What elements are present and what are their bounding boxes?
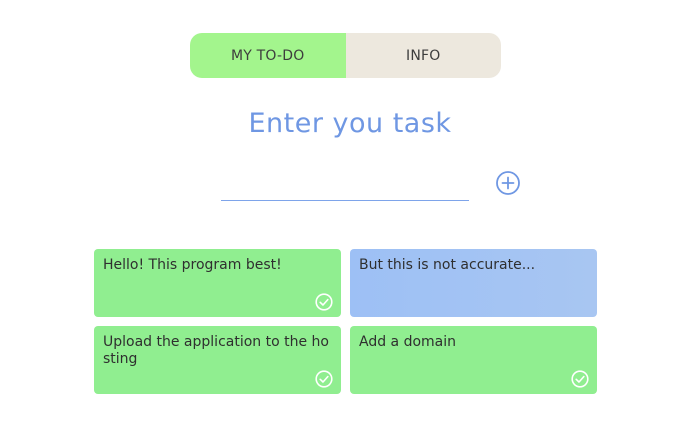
add-task-button[interactable] <box>495 170 521 196</box>
tab-bar: MY TO-DO INFO <box>190 33 501 78</box>
task-card[interactable]: Add a domain <box>350 326 597 394</box>
task-text: Upload the application to the hosting <box>103 334 329 367</box>
plus-circle-icon <box>495 170 521 196</box>
task-text: Hello! This program best! <box>103 257 282 273</box>
task-card[interactable]: Hello! This program best! <box>94 249 341 317</box>
task-card[interactable]: But this is not accurate... <box>350 249 597 317</box>
tab-info[interactable]: INFO <box>345 33 501 78</box>
task-text: Add a domain <box>359 334 457 350</box>
todo-app: MY TO-DO INFO Enter you task Hello! This… <box>0 0 700 440</box>
check-circle-icon[interactable] <box>315 293 333 311</box>
tab-my-todo[interactable]: MY TO-DO <box>190 33 346 78</box>
task-text: But this is not accurate... <box>359 257 536 273</box>
check-circle-icon[interactable] <box>315 370 333 388</box>
check-circle-icon[interactable] <box>571 370 589 388</box>
task-input[interactable] <box>221 170 469 201</box>
task-card[interactable]: Upload the application to the hosting <box>94 326 341 394</box>
page-title: Enter you task <box>248 108 452 139</box>
